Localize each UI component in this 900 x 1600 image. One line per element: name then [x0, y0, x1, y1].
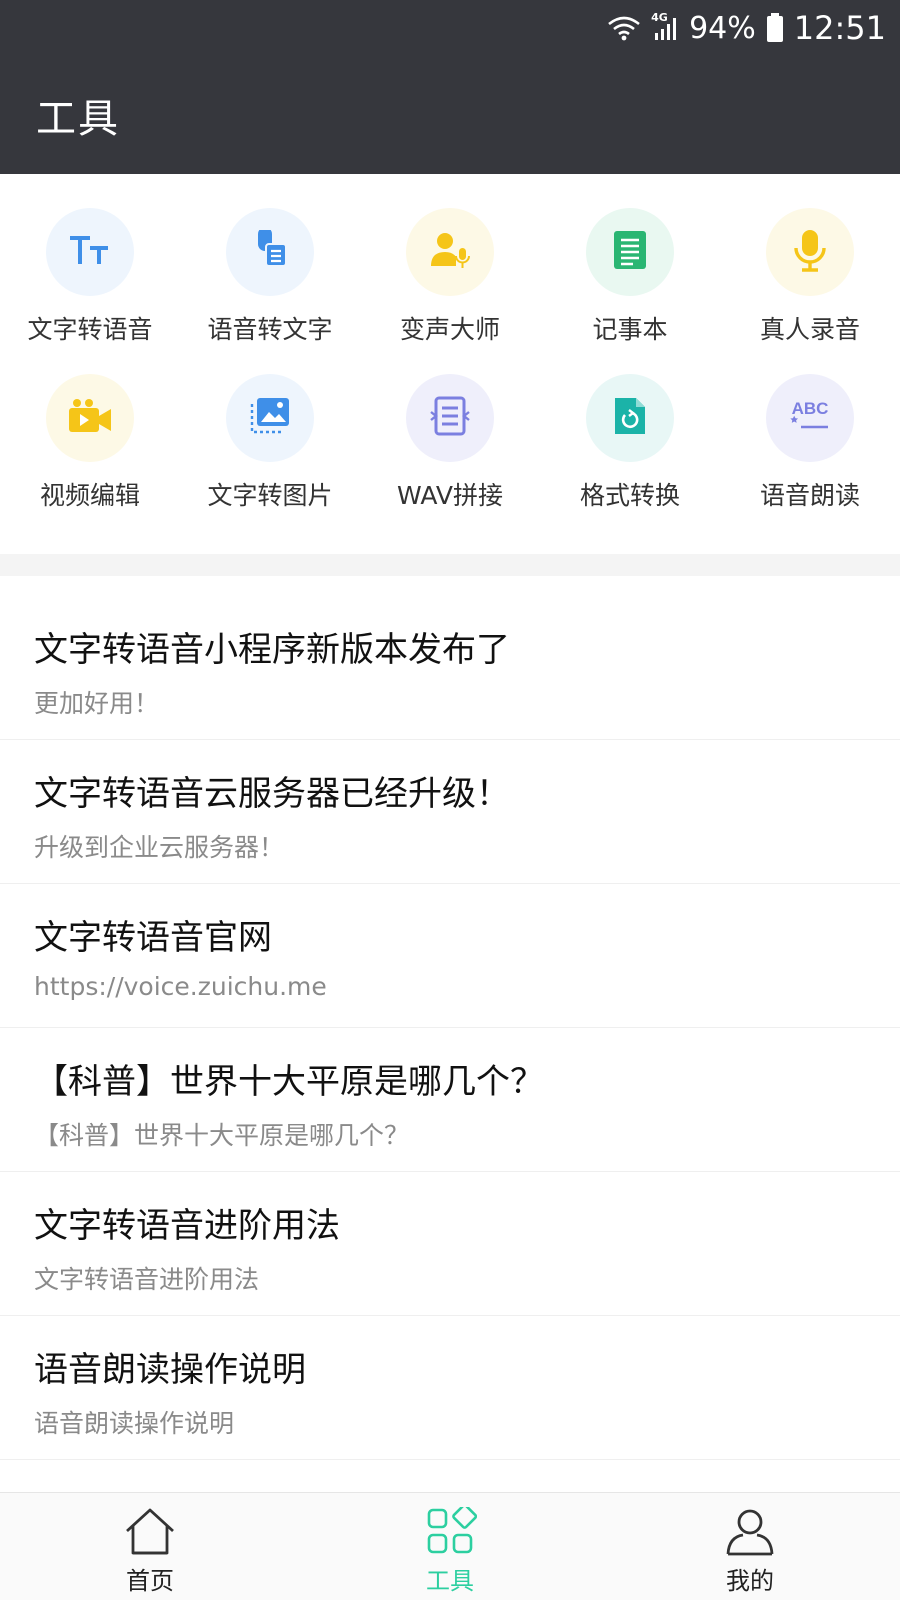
clock: 12:51 — [793, 9, 886, 47]
abc-reading-icon: ABC — [788, 398, 832, 438]
news-title: 文字转语音云服务器已经升级！ — [34, 774, 510, 814]
news-title: 【科普】世界十大平原是哪几个？ — [34, 1062, 544, 1102]
speech-to-text-icon — [250, 227, 290, 274]
tool-label: 语音朗读 — [759, 481, 860, 510]
app-bar: 工具 — [0, 54, 900, 174]
tool-label: 格式转换 — [579, 481, 680, 510]
home-icon — [123, 1507, 177, 1557]
news-subtitle: 更加好用！ — [34, 689, 160, 718]
news-title: 文字转语音小程序新版本发布了 — [34, 630, 510, 670]
user-icon — [723, 1507, 777, 1557]
news-title: 文字转语音进阶用法 — [34, 1206, 340, 1246]
image-icon — [249, 396, 291, 440]
news-subtitle: 【科普】世界十大平原是哪几个？ — [34, 1121, 410, 1150]
signal-icon: 4G — [651, 11, 679, 41]
tab-label: 工具 — [426, 1567, 474, 1595]
tool-icon-circle: ABC — [766, 374, 854, 462]
tool-voice-changer[interactable]: 变声大师 — [360, 174, 540, 344]
notepad-icon — [612, 229, 648, 275]
tool-icon-circle — [406, 208, 494, 296]
tool-icon-circle — [586, 374, 674, 462]
tab-label: 首页 — [126, 1567, 174, 1595]
tool-label: 文字转图片 — [207, 481, 333, 510]
list-item[interactable]: 文字转语音小程序新版本发布了 更加好用！ — [0, 576, 900, 740]
tool-icon-circle — [226, 208, 314, 296]
battery-percent: 94% — [689, 10, 756, 46]
news-list: 文字转语音小程序新版本发布了 更加好用！ 文字转语音云服务器已经升级！ 升级到企… — [0, 576, 900, 1460]
microphone-icon — [792, 228, 828, 276]
tool-icon-circle — [46, 208, 134, 296]
bottom-tab-bar: 首页 工具 我的 — [0, 1492, 900, 1600]
page-title: 工具 — [36, 96, 120, 142]
tool-icon-circle — [46, 374, 134, 462]
tab-label: 我的 — [726, 1567, 774, 1595]
tool-label: 视频编辑 — [39, 481, 140, 510]
list-item[interactable]: 文字转语音进阶用法 文字转语音进阶用法 — [0, 1172, 900, 1316]
tool-icon-circle — [586, 208, 674, 296]
list-item[interactable]: 【科普】世界十大平原是哪几个？ 【科普】世界十大平原是哪几个？ — [0, 1028, 900, 1172]
text-size-icon — [68, 230, 112, 274]
list-item[interactable]: 文字转语音云服务器已经升级！ 升级到企业云服务器！ — [0, 740, 900, 884]
merge-document-icon — [430, 395, 470, 441]
apps-icon — [423, 1503, 478, 1557]
tool-voice-reading[interactable]: ABC 语音朗读 — [720, 340, 900, 510]
list-item[interactable]: 文字转语音官网 https://voice.zuichu.me — [0, 884, 900, 1028]
network-type: 4G — [651, 11, 668, 24]
battery-icon — [766, 13, 784, 43]
tool-speech-to-text[interactable]: 语音转文字 — [180, 174, 360, 344]
tool-icon-circle — [406, 374, 494, 462]
news-subtitle: 语音朗读操作说明 — [34, 1409, 235, 1438]
tool-notepad[interactable]: 记事本 — [540, 174, 720, 344]
status-indicators: 4G 94% 12:51 — [607, 8, 886, 48]
tool-video-edit[interactable]: 视频编辑 — [0, 340, 180, 510]
tab-home[interactable]: 首页 — [0, 1493, 300, 1600]
news-title: 语音朗读操作说明 — [34, 1350, 306, 1390]
file-convert-icon — [612, 395, 648, 441]
tool-icon-circle — [766, 208, 854, 296]
tool-format-convert[interactable]: 格式转换 — [540, 340, 720, 510]
tool-real-recording[interactable]: 真人录音 — [720, 174, 900, 344]
tab-mine[interactable]: 我的 — [600, 1493, 900, 1600]
tool-text-to-image[interactable]: 文字转图片 — [180, 340, 360, 510]
status-bar: 4G 94% 12:51 — [0, 0, 900, 54]
news-subtitle: 文字转语音进阶用法 — [34, 1265, 260, 1294]
tool-label: WAV拼接 — [397, 481, 503, 510]
tool-wav-merge[interactable]: WAV拼接 — [360, 340, 540, 510]
news-subtitle: https://voice.zuichu.me — [34, 972, 327, 1001]
svg-text:ABC: ABC — [792, 399, 829, 418]
section-divider — [0, 554, 900, 576]
wifi-icon — [607, 15, 641, 41]
video-camera-icon — [67, 398, 113, 438]
tab-tools[interactable]: 工具 — [300, 1493, 600, 1600]
news-title: 文字转语音官网 — [34, 918, 272, 958]
tools-grid: 文字转语音 语音转文字 变声大师 记事本 真人录音 视频编辑 文字转图片 WAV… — [0, 174, 900, 554]
tool-text-to-speech[interactable]: 文字转语音 — [0, 174, 180, 344]
list-item[interactable]: 语音朗读操作说明 语音朗读操作说明 — [0, 1316, 900, 1460]
news-subtitle: 升级到企业云服务器！ — [34, 833, 285, 862]
tool-icon-circle — [226, 374, 314, 462]
voice-changer-icon — [429, 230, 471, 274]
